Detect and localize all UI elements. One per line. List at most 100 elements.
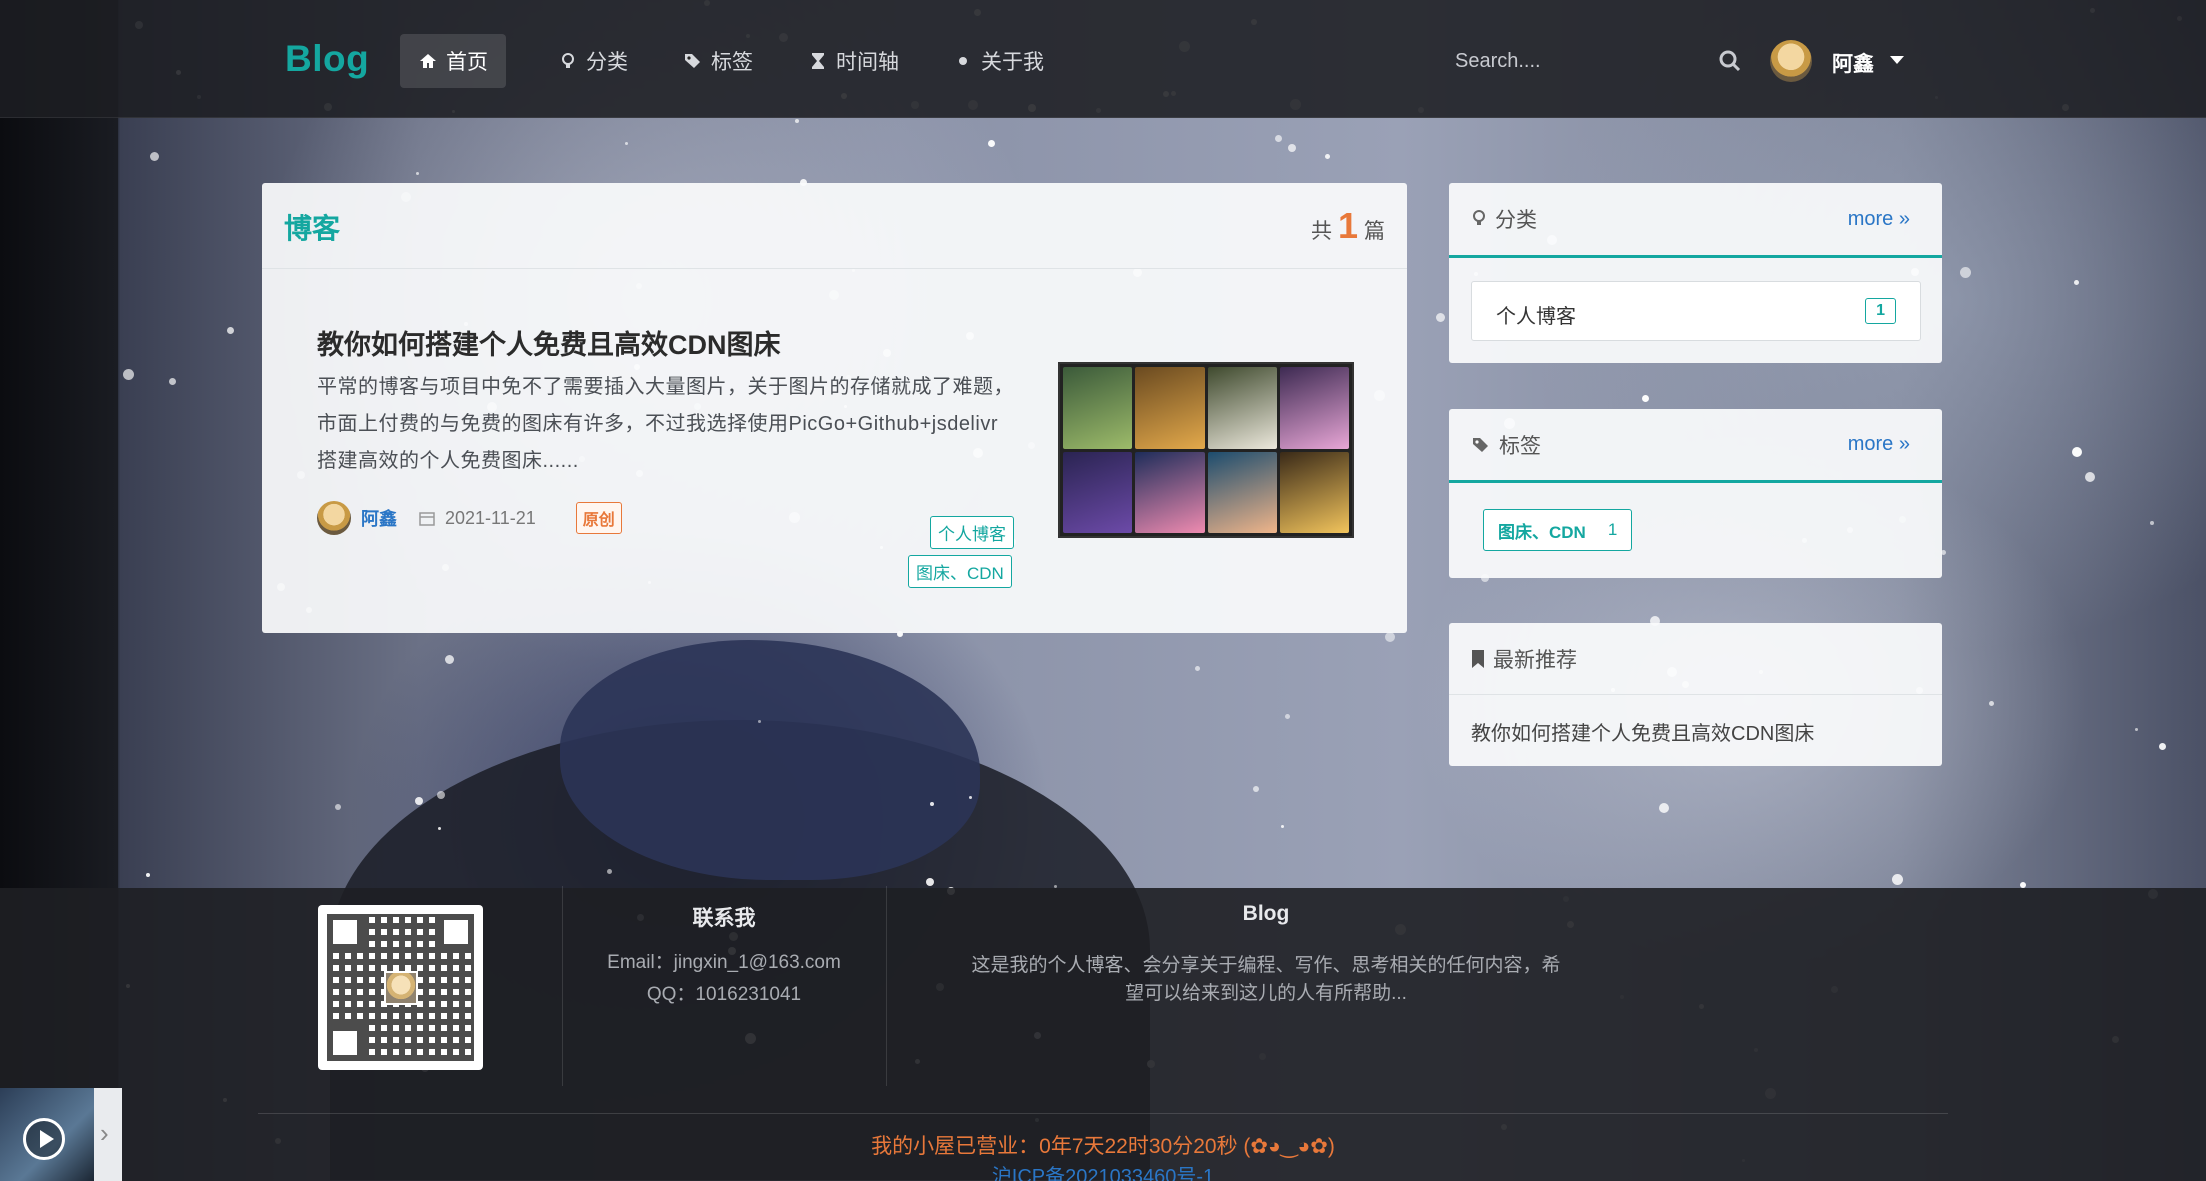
thumbnail-tile (1135, 367, 1205, 449)
info-icon (959, 57, 967, 65)
nav-timeline-label: 时间轴 (836, 51, 899, 74)
qr-finder (327, 1025, 363, 1061)
snowflake (2072, 447, 2082, 457)
tags-more-link[interactable]: more » (1848, 433, 1910, 456)
search-input[interactable] (1455, 42, 1705, 80)
user-name[interactable]: 阿鑫 (1832, 48, 1874, 78)
double-chevron-right-icon: » (1898, 207, 1910, 230)
tags-widget-header: 标签 more » (1449, 409, 1942, 483)
snowflake (227, 327, 234, 334)
recommend-widget: 最新推荐 教你如何搭建个人免费且高效CDN图床 (1449, 623, 1942, 766)
recommend-widget-header: 最新推荐 (1449, 623, 1942, 695)
tags-icon (1473, 437, 1488, 452)
post-title[interactable]: 教你如何搭建个人免费且高效CDN图床 (317, 323, 781, 362)
post-excerpt: 平常的博客与项目中免不了需要插入大量图片，关于图片的存储就成了难题，市面上付费的… (317, 376, 1014, 472)
music-player: › (0, 1088, 122, 1181)
post-count-prefix: 共 (1310, 220, 1332, 243)
hourglass-icon (812, 53, 824, 69)
snowflake (1195, 666, 1200, 671)
contact-qq: QQ：1016231041 (646, 984, 802, 1005)
contact-title: 联系我 (692, 907, 756, 930)
chevron-right-icon[interactable]: › (100, 1118, 109, 1149)
footer-blog-title: Blog (1242, 902, 1290, 925)
category-item[interactable]: 个人博客 1 (1471, 281, 1921, 341)
nav-tags[interactable]: 标签 (665, 34, 771, 88)
categories-more-link[interactable]: more » (1848, 208, 1910, 231)
snowflake (169, 378, 176, 385)
calendar-icon (419, 512, 435, 526)
tag-chip[interactable]: 图床、CDN 1 (1483, 509, 1633, 551)
nav-about-label: 关于我 (981, 51, 1044, 74)
category-name: 个人博客 (1496, 306, 1576, 328)
brand-logo[interactable]: Blog (285, 38, 369, 80)
snowflake (1281, 825, 1284, 828)
snowflake (930, 802, 934, 806)
footer-blog-description-line1: 这是我的个人博客、会分享关于编程、写作、思考相关的任何内容，希 (971, 955, 1561, 976)
home-icon (420, 54, 436, 68)
recommend-item[interactable]: 教你如何搭建个人免费且高效CDN图床 (1471, 717, 1814, 746)
snowflake (1659, 803, 1669, 813)
nav-categories-label: 分类 (586, 51, 628, 74)
snowflake (1288, 144, 1296, 152)
thumbnail-tile (1063, 451, 1133, 533)
snowflake (1642, 395, 1649, 402)
nav-categories[interactable]: 分类 (540, 34, 646, 88)
snowflake (2135, 728, 2138, 731)
tags-widget: 标签 more » 图床、CDN 1 (1449, 409, 1942, 578)
author-avatar (317, 501, 351, 535)
nav-timeline[interactable]: 时间轴 (790, 34, 917, 88)
contact-email: Email：jingxin_1@163.com (607, 952, 841, 973)
category-count: 1 (1865, 298, 1896, 324)
bookmark-icon (1472, 649, 1484, 668)
thumbnail-tile (1279, 367, 1349, 449)
play-icon[interactable] (23, 1118, 65, 1160)
categories-more-label: more (1847, 207, 1894, 230)
tags-widget-title: 标签 (1499, 434, 1541, 458)
tag-chip-count: 1 (1607, 520, 1618, 539)
nav-about[interactable]: 关于我 (935, 34, 1062, 88)
snowflake (1275, 135, 1282, 142)
categories-widget-title: 分类 (1495, 209, 1537, 232)
blog-list-header: 博客 共 1 篇 (262, 183, 1407, 269)
snowflake (415, 797, 423, 805)
tags-more-label: more (1847, 433, 1894, 455)
post-tag[interactable]: 个人博客 (930, 516, 1014, 549)
snowflake (2085, 472, 2095, 482)
nav-home-label: 首页 (446, 51, 488, 74)
footer-blog-description-line2: 望可以给来到这儿的人有所帮助... (1125, 983, 1407, 1004)
post-thumbnail[interactable] (1058, 362, 1354, 538)
footer-rule (258, 1113, 1948, 1114)
top-navbar: Blog 首页 分类 标签 时间轴 关于我 阿鑫 (0, 0, 2206, 118)
snowflake (335, 804, 341, 810)
snowflake (625, 142, 628, 145)
nav-home[interactable]: 首页 (400, 34, 506, 88)
chevron-down-icon[interactable] (1890, 56, 1904, 64)
post-author[interactable]: 阿鑫 (361, 505, 397, 531)
site-runtime: 我的小屋已营业：0年7天22时30分20秒 (✿◕‿◕✿) (871, 1135, 1335, 1158)
snowflake (1285, 714, 1290, 719)
user-avatar[interactable] (1770, 40, 1812, 82)
thumbnail-tile (1063, 367, 1133, 449)
qr-logo (383, 970, 418, 1005)
nav-tags-label: 标签 (711, 51, 753, 74)
snowflake (969, 796, 972, 799)
snowflake (416, 172, 419, 175)
thumbnail-tile (1279, 451, 1349, 533)
snowflake (146, 873, 150, 877)
qr-finder (327, 914, 363, 950)
snowflake (445, 655, 454, 664)
post-tag[interactable]: 图床、CDN (908, 555, 1012, 588)
snowflake (1325, 154, 1330, 159)
post-date: 2021-11-21 (445, 507, 536, 528)
qr-pattern (327, 914, 474, 1061)
post-count-number: 1 (1337, 205, 1358, 246)
snowflake (123, 369, 134, 380)
icp-link[interactable]: 沪ICP备2021033460号-1 (0, 1160, 2206, 1181)
snowflake (1960, 267, 1971, 278)
thumbnail-tile (1207, 367, 1277, 449)
search-icon[interactable] (1717, 48, 1743, 74)
post-count-suffix: 篇 (1364, 220, 1385, 243)
snowflake (988, 140, 995, 147)
snowflake (758, 720, 761, 723)
qr-finder (438, 914, 474, 950)
